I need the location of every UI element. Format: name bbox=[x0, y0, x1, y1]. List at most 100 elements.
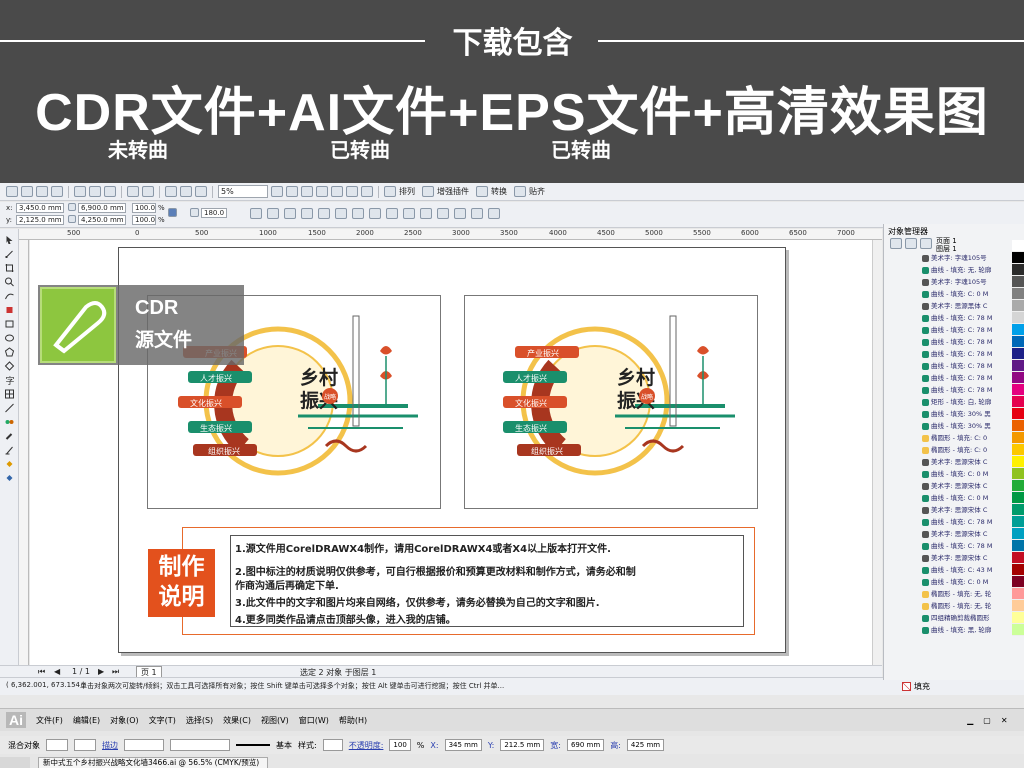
color-swatch[interactable] bbox=[1012, 456, 1024, 468]
color-swatch[interactable] bbox=[1012, 312, 1024, 324]
object-list-item[interactable]: 美术字: 思源宋体 C bbox=[922, 552, 1018, 564]
object-list-item[interactable]: 美术字: 字魂105号 bbox=[922, 276, 1018, 288]
crop-tool-icon[interactable] bbox=[4, 263, 15, 273]
color-swatch[interactable] bbox=[1012, 564, 1024, 576]
group-icon[interactable] bbox=[301, 208, 313, 219]
ungroup-icon[interactable] bbox=[318, 208, 330, 219]
object-list-item[interactable]: 曲线 - 填充: C: 78 M bbox=[922, 384, 1018, 396]
object-list-item[interactable]: 美术字: 思源宋体 C bbox=[922, 528, 1018, 540]
artboard-right[interactable]: 产业振兴 人才振兴 文化振兴 生态振兴 组织振兴 乡村 振兴 战略 bbox=[464, 295, 758, 509]
x-position-field[interactable]: 3,450.0 mm bbox=[16, 203, 64, 213]
front-minus-back-icon[interactable] bbox=[437, 208, 449, 219]
boundary-icon[interactable] bbox=[471, 208, 483, 219]
style-select[interactable] bbox=[322, 739, 343, 751]
import-icon[interactable] bbox=[165, 186, 177, 197]
save-icon[interactable] bbox=[36, 186, 48, 197]
table-tool-icon[interactable] bbox=[4, 389, 15, 399]
color-swatch[interactable] bbox=[1012, 552, 1024, 564]
edit-across-layers-icon[interactable] bbox=[905, 238, 917, 249]
object-list-item[interactable]: 四组精确剪裁椭圆形 bbox=[922, 612, 1018, 624]
color-swatch[interactable] bbox=[1012, 408, 1024, 420]
trim-icon[interactable] bbox=[386, 208, 398, 219]
menu-window[interactable]: 窗口(W) bbox=[299, 715, 329, 726]
object-list-item[interactable]: 曲线 - 填充: C: 78 M bbox=[922, 312, 1018, 324]
prev-page-icon[interactable]: ◀ bbox=[54, 667, 60, 676]
color-swatch[interactable] bbox=[1012, 396, 1024, 408]
color-swatch[interactable] bbox=[1012, 276, 1024, 288]
color-swatch[interactable] bbox=[1012, 540, 1024, 552]
close-icon[interactable]: ✕ bbox=[1001, 716, 1008, 725]
color-swatch[interactable] bbox=[1012, 468, 1024, 480]
combine-icon[interactable] bbox=[352, 208, 364, 219]
show-properties-icon[interactable] bbox=[890, 238, 902, 249]
opacity-field[interactable]: 100 bbox=[389, 739, 411, 751]
object-list-item[interactable]: 曲线 - 填充: C: 78 M bbox=[922, 324, 1018, 336]
menu-edit[interactable]: 编辑(E) bbox=[73, 715, 100, 726]
object-list-item[interactable]: 美术字: 思源黑体 C bbox=[922, 300, 1018, 312]
stroke-select[interactable] bbox=[74, 739, 96, 751]
color-swatch[interactable] bbox=[1012, 324, 1024, 336]
menu-file[interactable]: 文件(F) bbox=[36, 715, 63, 726]
mirror-vertical-icon[interactable] bbox=[267, 208, 279, 219]
menu-effect[interactable]: 效果(C) bbox=[223, 715, 251, 726]
align-icon[interactable] bbox=[284, 208, 296, 219]
arrange-button[interactable]: 排列 bbox=[399, 186, 415, 197]
plugins-button[interactable]: 增强插件 bbox=[437, 186, 469, 197]
object-list-item[interactable]: 曲线 - 填充: C: 78 M bbox=[922, 360, 1018, 372]
convert-icon[interactable] bbox=[476, 186, 488, 197]
object-list-item[interactable]: 曲线 - 填充: C: 0 M bbox=[922, 468, 1018, 480]
print-icon[interactable] bbox=[51, 186, 63, 197]
new-document-icon[interactable] bbox=[6, 186, 18, 197]
color-swatch[interactable] bbox=[1012, 516, 1024, 528]
arrange-icon[interactable] bbox=[384, 186, 396, 197]
object-list-item[interactable]: 美术字: 思源宋体 C bbox=[922, 456, 1018, 468]
vertical-scrollbar[interactable] bbox=[872, 240, 882, 665]
zoom-selected-icon[interactable] bbox=[301, 186, 313, 197]
mirror-horizontal-icon[interactable] bbox=[250, 208, 262, 219]
menu-select[interactable]: 选择(S) bbox=[186, 715, 213, 726]
weld-icon[interactable] bbox=[369, 208, 381, 219]
outline-pen-tool-icon[interactable] bbox=[4, 445, 15, 455]
color-swatch[interactable] bbox=[1012, 264, 1024, 276]
snap-icon[interactable] bbox=[514, 186, 526, 197]
color-swatch[interactable] bbox=[1012, 600, 1024, 612]
color-swatch[interactable] bbox=[1012, 444, 1024, 456]
align-distribute-icon[interactable] bbox=[488, 208, 500, 219]
plugin-icon[interactable] bbox=[422, 186, 434, 197]
y-field[interactable]: 212.5 mm bbox=[500, 739, 545, 751]
interactive-fill-tool-icon[interactable] bbox=[4, 473, 15, 483]
zoom-height-icon[interactable] bbox=[361, 186, 373, 197]
zoom-level-select[interactable]: 5% bbox=[218, 185, 268, 198]
variable-width-select[interactable] bbox=[170, 739, 230, 751]
object-list-item[interactable]: 曲线 - 填充: 30% 黑 bbox=[922, 420, 1018, 432]
object-list-item[interactable]: 曲线 - 填充: C: 78 M bbox=[922, 540, 1018, 552]
interactive-blend-tool-icon[interactable] bbox=[4, 417, 15, 427]
freehand-tool-icon[interactable] bbox=[4, 291, 15, 301]
y-position-field[interactable]: 2,125.0 mm bbox=[16, 215, 64, 225]
menu-type[interactable]: 文字(T) bbox=[149, 715, 176, 726]
color-swatch[interactable] bbox=[1012, 372, 1024, 384]
object-list-item[interactable]: 曲线 - 填充: 30% 黑 bbox=[922, 408, 1018, 420]
minimize-icon[interactable]: ▁ bbox=[967, 716, 973, 725]
paste-icon[interactable] bbox=[104, 186, 116, 197]
first-page-icon[interactable]: ⏮ bbox=[38, 667, 45, 677]
last-page-icon[interactable]: ⏭ bbox=[112, 667, 119, 677]
zoom-all-icon[interactable] bbox=[316, 186, 328, 197]
color-swatch[interactable] bbox=[1012, 336, 1024, 348]
snap-button[interactable]: 贴齐 bbox=[529, 186, 545, 197]
stroke-link[interactable]: 描边 bbox=[102, 740, 118, 751]
back-minus-front-icon[interactable] bbox=[454, 208, 466, 219]
smart-fill-tool-icon[interactable] bbox=[4, 305, 15, 315]
color-swatch[interactable] bbox=[1012, 300, 1024, 312]
simplify-icon[interactable] bbox=[420, 208, 432, 219]
object-list-item[interactable]: 美术字: 思源宋体 C bbox=[922, 504, 1018, 516]
undo-icon[interactable] bbox=[127, 186, 139, 197]
zoom-out-icon[interactable] bbox=[286, 186, 298, 197]
polygon-tool-icon[interactable] bbox=[4, 347, 15, 357]
zoom-width-icon[interactable] bbox=[346, 186, 358, 197]
convert-button[interactable]: 转换 bbox=[491, 186, 507, 197]
menu-help[interactable]: 帮助(H) bbox=[339, 715, 367, 726]
stroke-weight-field[interactable] bbox=[124, 739, 164, 751]
width-field[interactable]: 690 mm bbox=[566, 739, 605, 751]
copy-icon[interactable] bbox=[89, 186, 101, 197]
